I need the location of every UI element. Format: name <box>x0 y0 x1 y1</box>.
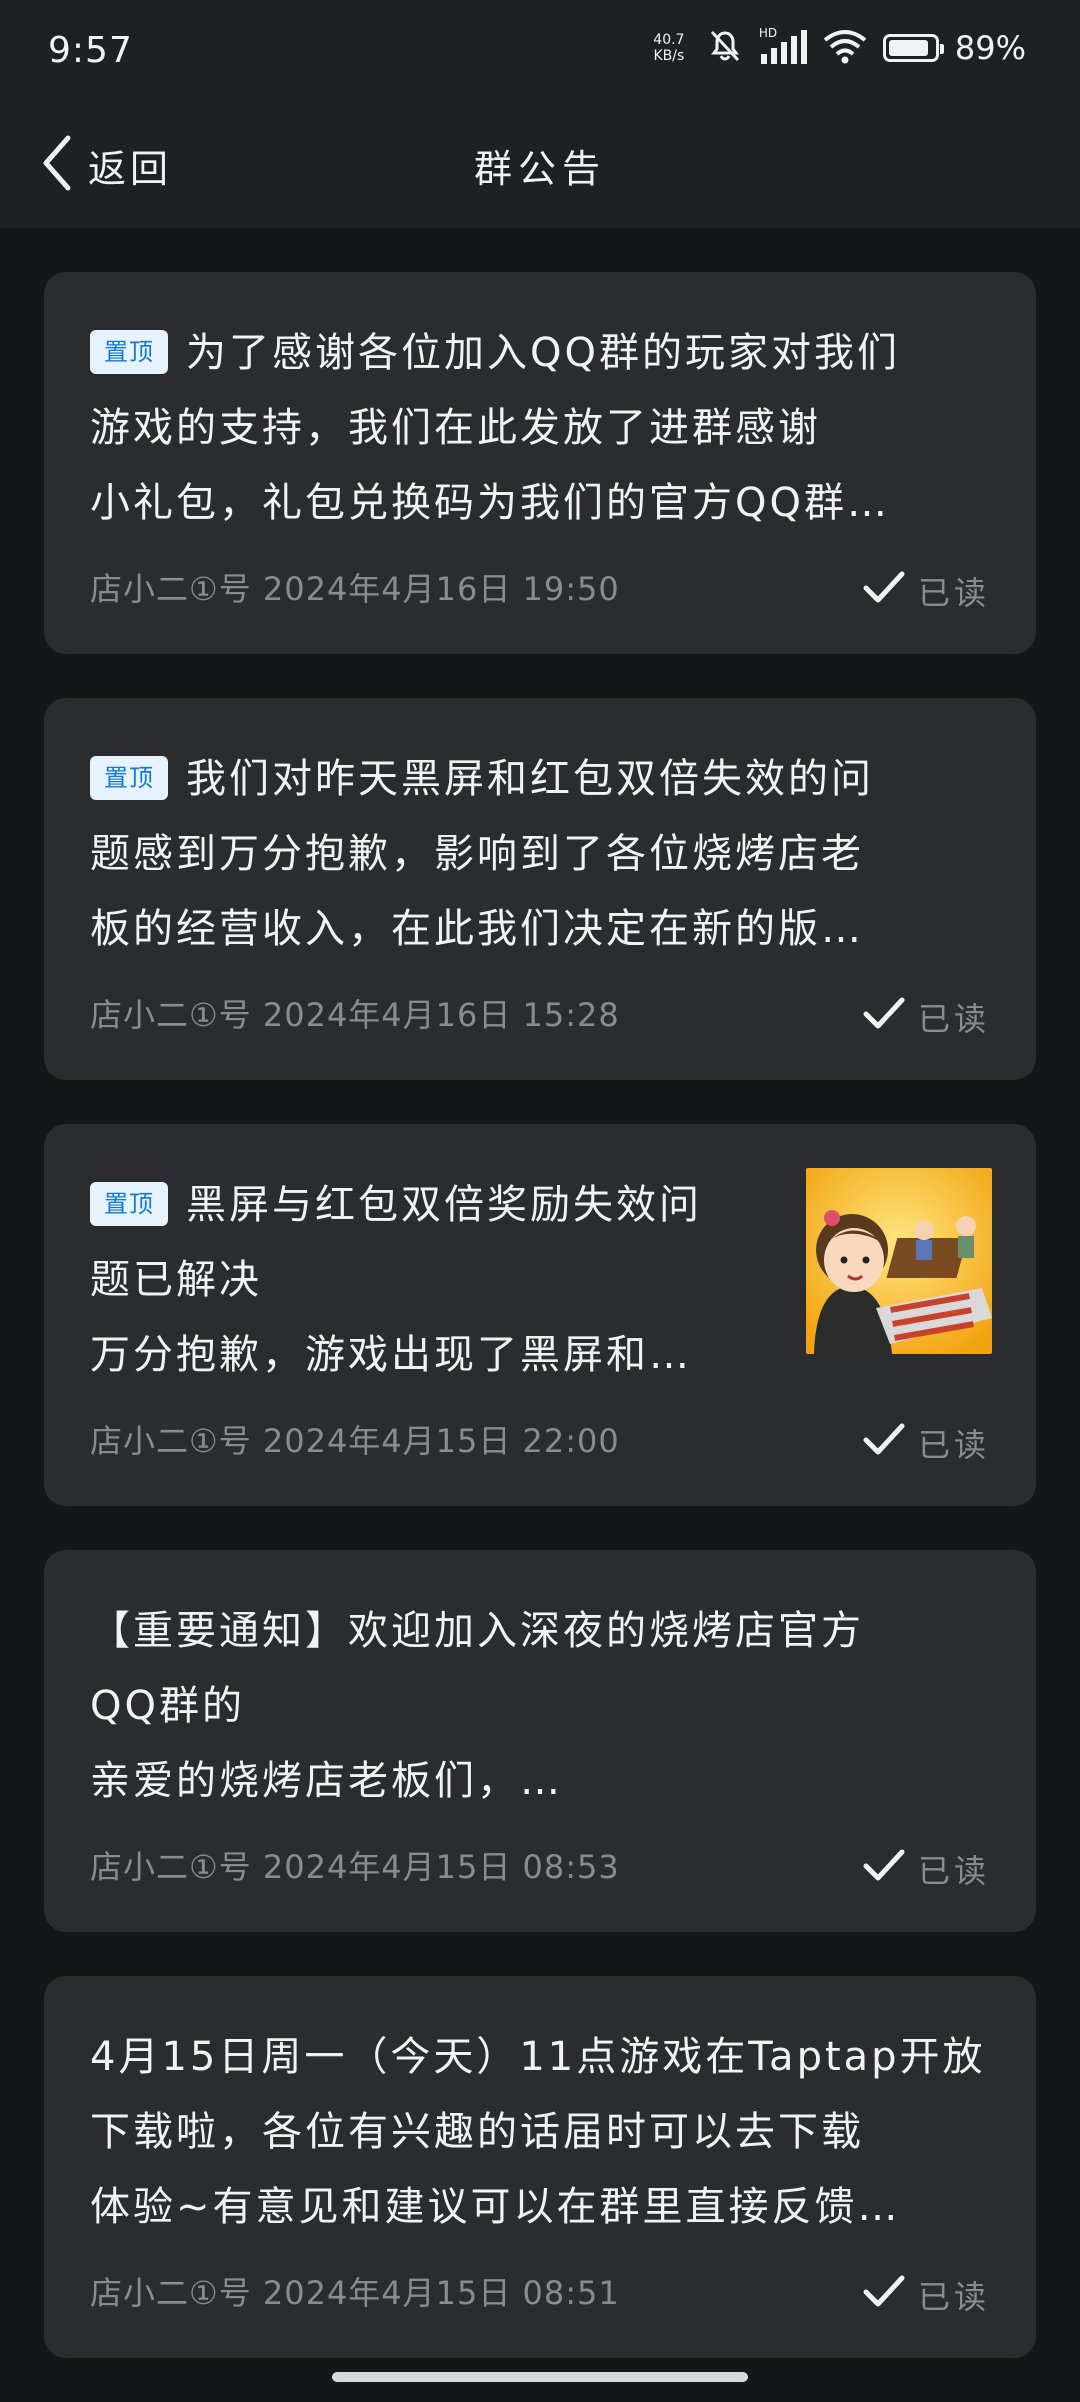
announcement-line: 置顶 为了感谢各位加入QQ群的玩家对我们 <box>90 316 990 391</box>
announcement-card[interactable]: 置顶 我们对昨天黑屏和红包双倍失效的问 题感到万分抱歉，影响到了各位烧烤店老 板的… <box>44 698 1036 1080</box>
pinned-badge: 置顶 <box>90 1182 168 1226</box>
read-label: 已读 <box>917 574 990 612</box>
announcement-line: 题已解决 <box>90 1257 262 1303</box>
announcement-meta: 店小二①号 2024年4月15日 08:51 <box>90 2274 620 2312</box>
network-speed-unit: KB/s <box>653 48 685 64</box>
read-status: 已读 <box>862 568 990 614</box>
announcement-text: 4月15日周一（今天）11点游戏在Taptap开放 下载啦，各位有兴趣的话届时可… <box>90 2020 990 2245</box>
announcement-card[interactable]: 4月15日周一（今天）11点游戏在Taptap开放 下载啦，各位有兴趣的话届时可… <box>44 1976 1036 2358</box>
announcement-line: 万分抱歉，游戏出现了黑屏和… <box>90 1332 692 1378</box>
read-status: 已读 <box>862 2272 990 2318</box>
announcement-list: 置顶 为了感谢各位加入QQ群的玩家对我们 游戏的支持，我们在此发放了进群感谢 小礼… <box>44 272 1036 2402</box>
announcement-text: 【重要通知】欢迎加入深夜的烧烤店官方 QQ群的 亲爱的烧烤店老板们，… <box>90 1594 990 1819</box>
announcement-line: 下载啦，各位有兴趣的话届时可以去下载 <box>90 2109 864 2155</box>
announcement-line: QQ群的 <box>90 1683 245 1729</box>
announcement-line-text: 我们对昨天黑屏和红包双倍失效的问 <box>186 756 874 802</box>
announcement-line: 题感到万分抱歉，影响到了各位烧烤店老 <box>90 831 864 877</box>
read-status: 已读 <box>862 1846 990 1892</box>
announcement-card[interactable]: 【重要通知】欢迎加入深夜的烧烤店官方 QQ群的 亲爱的烧烤店老板们，… 店小二①… <box>44 1550 1036 1932</box>
pinned-badge: 置顶 <box>90 756 168 800</box>
nav-bar: 返回 群公告 <box>0 104 1080 228</box>
status-icons: 40.7 KB/s HD 89% <box>647 26 1026 68</box>
bell-muted-icon <box>707 28 743 68</box>
battery-icon <box>882 34 944 62</box>
network-speed: 40.7 KB/s <box>647 32 691 64</box>
announcement-card[interactable]: 置顶 为了感谢各位加入QQ群的玩家对我们 游戏的支持，我们在此发放了进群感谢 小礼… <box>44 272 1036 654</box>
announcement-thumbnail[interactable] <box>806 1168 992 1354</box>
announcement-line: 板的经营收入，在此我们决定在新的版… <box>90 906 864 952</box>
pinned-badge: 置顶 <box>90 330 168 374</box>
status-bar: 9:57 40.7 KB/s HD 89% <box>0 0 1080 104</box>
announcement-line: 体验~有意见和建议可以在群里直接反馈… <box>90 2184 901 2230</box>
read-label: 已读 <box>917 1852 990 1890</box>
network-speed-value: 40.7 <box>653 32 685 48</box>
announcement-meta: 店小二①号 2024年4月15日 08:53 <box>90 1848 620 1886</box>
announcement-line: 【重要通知】欢迎加入深夜的烧烤店官方 <box>90 1608 864 1654</box>
wifi-icon <box>823 28 867 68</box>
announcement-line: 置顶 我们对昨天黑屏和红包双倍失效的问 <box>90 742 990 817</box>
read-status: 已读 <box>862 994 990 1040</box>
read-label: 已读 <box>917 2278 990 2316</box>
page-title: 群公告 <box>473 147 606 191</box>
home-indicator[interactable] <box>332 2372 748 2382</box>
announcement-line: 小礼包，礼包兑换码为我们的官方QQ群… <box>90 480 890 526</box>
cellular-signal-icon: HD <box>759 26 807 66</box>
shop-owner-illustration <box>806 1168 992 1354</box>
checkmark-icon <box>862 996 906 1038</box>
announcement-card[interactable]: 置顶 黑屏与红包双倍奖励失效问 题已解决 万分抱歉，游戏出现了黑屏和… 店小二①… <box>44 1124 1036 1506</box>
announcement-meta: 店小二①号 2024年4月16日 19:50 <box>90 570 620 608</box>
battery-fill <box>888 40 929 56</box>
announcement-line: 亲爱的烧烤店老板们，… <box>90 1758 563 1804</box>
checkmark-icon <box>862 570 906 612</box>
announcement-line: 游戏的支持，我们在此发放了进群感谢 <box>90 405 821 451</box>
checkmark-icon <box>862 2274 906 2316</box>
read-status: 已读 <box>862 1420 990 1466</box>
announcement-text: 置顶 我们对昨天黑屏和红包双倍失效的问 题感到万分抱歉，影响到了各位烧烤店老 板的… <box>90 742 990 967</box>
announcement-meta: 店小二①号 2024年4月16日 15:28 <box>90 996 620 1034</box>
announcement-line-text: 黑屏与红包双倍奖励失效问 <box>186 1182 702 1228</box>
announcement-text: 置顶 为了感谢各位加入QQ群的玩家对我们 游戏的支持，我们在此发放了进群感谢 小礼… <box>90 316 990 541</box>
battery-percent: 89% <box>954 29 1026 67</box>
read-label: 已读 <box>917 1426 990 1464</box>
checkmark-icon <box>862 1848 906 1890</box>
announcement-meta: 店小二①号 2024年4月15日 22:00 <box>90 1422 620 1460</box>
announcement-line-text: 为了感谢各位加入QQ群的玩家对我们 <box>186 330 900 376</box>
checkmark-icon <box>862 1422 906 1464</box>
read-label: 已读 <box>917 1000 990 1038</box>
status-time: 9:57 <box>48 30 133 71</box>
announcement-line: 4月15日周一（今天）11点游戏在Taptap开放 <box>90 2034 986 2080</box>
announcement-line: 置顶 黑屏与红包双倍奖励失效问 <box>90 1168 776 1243</box>
